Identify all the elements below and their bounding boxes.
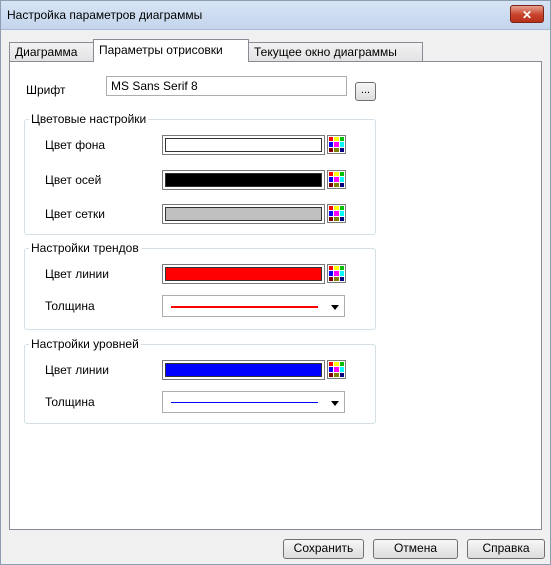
level-settings-title: Настройки уровней	[29, 337, 141, 351]
level-settings-group: Настройки уровней Цвет линии Толщина	[24, 337, 376, 424]
tab-panel: Шрифт MS Sans Serif 8 ... Цветовые настр…	[9, 61, 542, 530]
level-thickness-select[interactable]	[162, 391, 345, 413]
chevron-down-icon	[331, 305, 339, 310]
close-button[interactable]: ✕	[510, 5, 544, 23]
level-line-color-swatch[interactable]	[162, 360, 325, 380]
chevron-down-icon	[331, 401, 339, 406]
trend-color-picker-icon[interactable]	[327, 264, 346, 283]
font-label: Шрифт	[26, 83, 66, 97]
tab-drawing-params[interactable]: Параметры отрисовки	[93, 39, 249, 62]
cancel-button[interactable]: Отмена	[373, 539, 458, 559]
window-title: Настройка параметров диаграммы	[7, 8, 203, 22]
help-button[interactable]: Справка	[467, 539, 545, 559]
axis-color-swatch[interactable]	[162, 170, 325, 190]
trend-thickness-label: Толщина	[45, 299, 95, 313]
title-bar[interactable]: Настройка параметров диаграммы ✕	[1, 1, 550, 30]
grid-color-picker-icon[interactable]	[327, 204, 346, 223]
trend-line-color-swatch[interactable]	[162, 264, 325, 284]
bg-color-fill	[165, 138, 322, 152]
axis-color-fill	[165, 173, 322, 187]
trend-thickness-line	[171, 306, 318, 308]
level-line-color-fill	[165, 363, 322, 377]
trend-line-color-fill	[165, 267, 322, 281]
bg-color-label: Цвет фона	[45, 138, 106, 152]
level-line-color-label: Цвет линии	[45, 363, 109, 377]
color-settings-group: Цветовые настройки Цвет фона Цвет осей Ц…	[24, 112, 376, 235]
grid-color-swatch[interactable]	[162, 204, 325, 224]
font-field[interactable]: MS Sans Serif 8	[106, 76, 347, 96]
trend-thickness-select[interactable]	[162, 295, 345, 317]
grid-color-label: Цвет сетки	[45, 207, 105, 221]
level-thickness-label: Толщина	[45, 395, 95, 409]
level-color-picker-icon[interactable]	[327, 360, 346, 379]
axis-color-label: Цвет осей	[45, 173, 102, 187]
tab-diagram[interactable]: Диаграмма	[9, 42, 94, 61]
dialog-window: Настройка параметров диаграммы ✕ Диаграм…	[0, 0, 551, 565]
grid-color-fill	[165, 207, 322, 221]
level-thickness-line	[171, 402, 318, 403]
bg-color-picker-icon[interactable]	[327, 135, 346, 154]
trend-settings-title: Настройки трендов	[29, 241, 141, 255]
save-button[interactable]: Сохранить	[283, 539, 364, 559]
tab-current-window[interactable]: Текущее окно диаграммы	[248, 42, 423, 61]
trend-line-color-label: Цвет линии	[45, 267, 109, 281]
tab-strip: Диаграмма Параметры отрисовки Текущее ок…	[9, 39, 544, 62]
axis-color-picker-icon[interactable]	[327, 170, 346, 189]
font-browse-button[interactable]: ...	[355, 82, 376, 101]
trend-settings-group: Настройки трендов Цвет линии Толщина	[24, 241, 376, 330]
bg-color-swatch[interactable]	[162, 135, 325, 155]
color-settings-title: Цветовые настройки	[29, 112, 149, 126]
